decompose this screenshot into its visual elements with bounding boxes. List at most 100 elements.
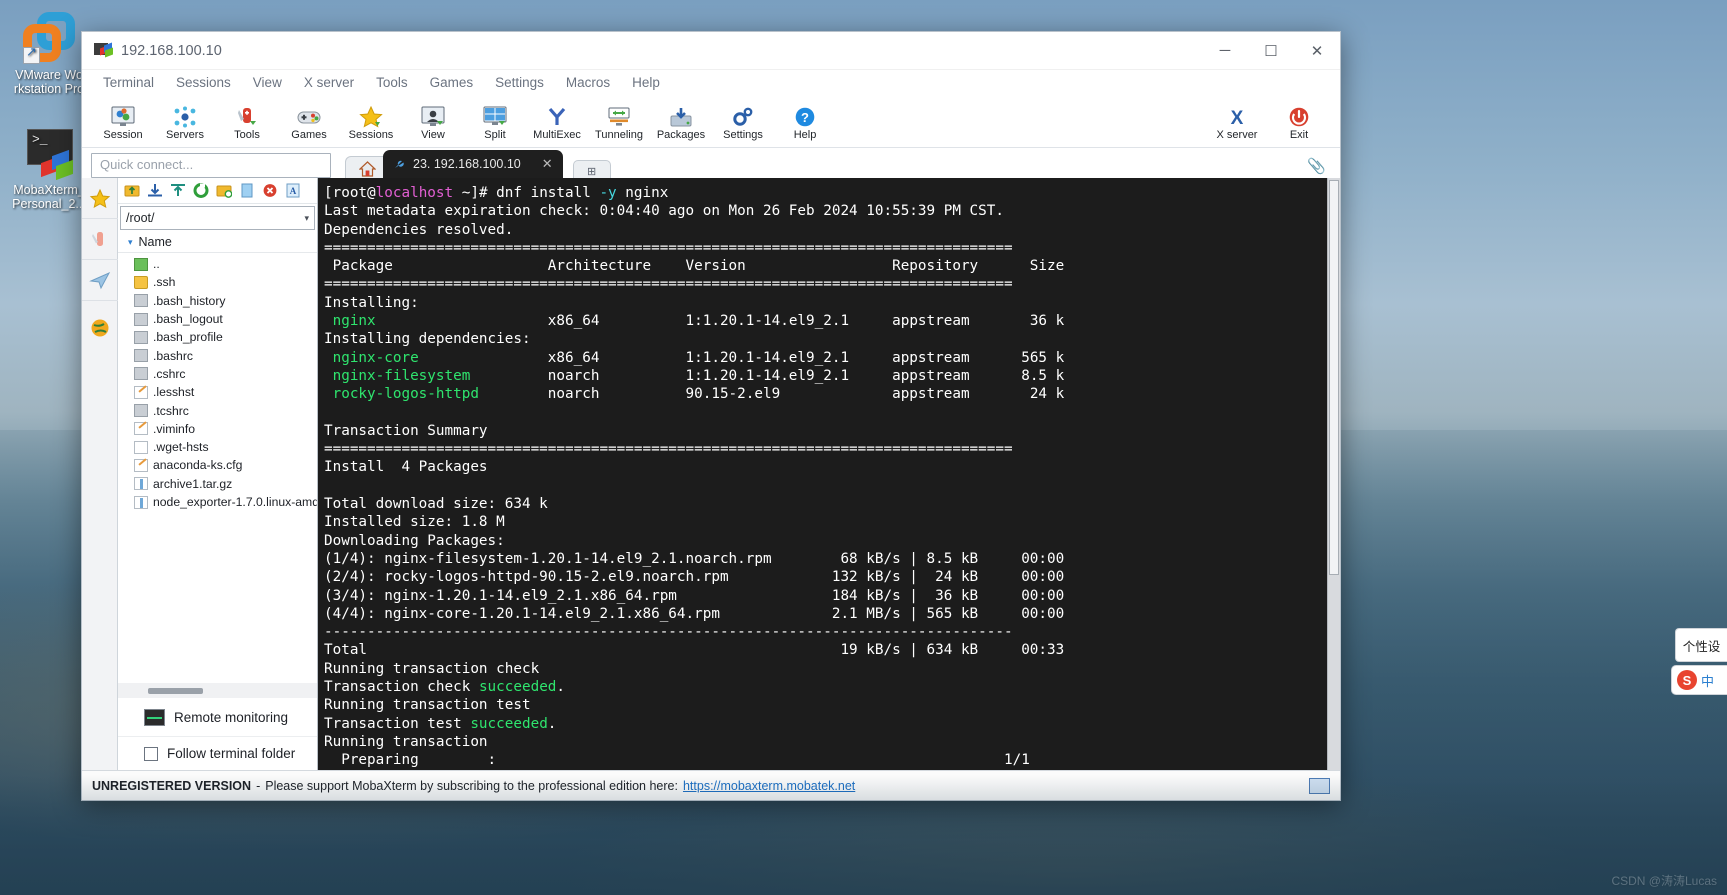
- follow-terminal-folder-checkbox[interactable]: [144, 746, 158, 761]
- text-mode-icon[interactable]: A: [282, 180, 303, 201]
- window-titlebar[interactable]: 192.168.100.10 ─ ☐ ✕: [82, 32, 1340, 70]
- toolbar-label: View: [421, 128, 445, 141]
- sogou-logo-icon[interactable]: S: [1677, 670, 1697, 690]
- upload-icon[interactable]: [167, 180, 188, 201]
- desktop-icon-mobaxterm[interactable]: MobaXterm_ Personal_2...: [6, 127, 92, 211]
- sftp-file-row[interactable]: .cshrc: [118, 365, 317, 383]
- ime-personalize-tooltip[interactable]: 个性设: [1675, 628, 1727, 662]
- toolbar-label: Exit: [1289, 128, 1309, 141]
- scrollbar-thumb[interactable]: [148, 687, 203, 694]
- split-icon: [483, 102, 507, 128]
- ime-mode-label[interactable]: 中: [1701, 671, 1714, 690]
- menu-tools[interactable]: Tools: [365, 73, 419, 92]
- toolbar-tools-button[interactable]: Tools: [216, 102, 278, 141]
- terminal-output[interactable]: [root@localhost ~]# dnf install -y nginx…: [318, 178, 1327, 770]
- menu-view[interactable]: View: [242, 73, 293, 92]
- tab-active-session[interactable]: 23. 192.168.100.10 ✕: [383, 150, 563, 178]
- toolbar-games-button[interactable]: Games: [278, 102, 340, 141]
- sftp-horizontal-scrollbar[interactable]: [118, 683, 317, 698]
- sftp-file-row[interactable]: .bash_profile: [118, 328, 317, 346]
- screen-indicator-icon[interactable]: [1309, 777, 1330, 794]
- toolbar-label: Sessions: [348, 128, 394, 141]
- file-name: archive1.tar.gz: [153, 476, 233, 491]
- toolbar-tunneling-button[interactable]: Tunneling: [588, 102, 650, 141]
- delete-icon[interactable]: [259, 180, 280, 201]
- menu-terminal[interactable]: Terminal: [92, 73, 165, 92]
- mobaxterm-website-link[interactable]: https://mobaxterm.mobatek.net: [683, 779, 855, 793]
- toolbar-label: Games: [291, 128, 327, 141]
- close-button[interactable]: ✕: [1294, 32, 1340, 70]
- remote-monitoring-section[interactable]: Remote monitoring: [118, 698, 317, 736]
- desktop-icon-vmware[interactable]: VMware Wo rkstation Pro: [6, 12, 92, 96]
- terminal-area[interactable]: [root@localhost ~]# dnf install -y nginx…: [318, 178, 1340, 770]
- refresh-icon[interactable]: [190, 180, 211, 201]
- sftp-rail-icon[interactable]: [82, 307, 118, 348]
- terminal-scrollbar-thumb[interactable]: [1329, 180, 1339, 575]
- tab-close-icon[interactable]: ✕: [542, 156, 553, 172]
- menu-xserver[interactable]: X server: [293, 73, 365, 92]
- terminal-scrollbar[interactable]: [1327, 178, 1340, 770]
- sftp-file-row[interactable]: .bash_logout: [118, 310, 317, 328]
- toolbar-packages-button[interactable]: Packages: [650, 102, 712, 141]
- toolbar-exit-button[interactable]: Exit: [1268, 102, 1330, 141]
- sftp-file-row[interactable]: .tcshrc: [118, 401, 317, 419]
- svg-text:X: X: [1231, 108, 1244, 128]
- unregistered-label: UNREGISTERED VERSION: [92, 778, 252, 793]
- toolbar-xserver-button[interactable]: X X server: [1206, 102, 1268, 141]
- sftp-file-row[interactable]: .bashrc: [118, 346, 317, 364]
- file-name: .lesshst: [153, 385, 195, 400]
- sftp-file-row[interactable]: anaconda-ks.cfg: [118, 456, 317, 474]
- sftp-file-row[interactable]: .ssh: [118, 273, 317, 291]
- sftp-file-row[interactable]: ..: [118, 255, 317, 273]
- terminal-line: rocky-logos-httpd noarch 90.15-2.el9 app…: [324, 386, 1065, 403]
- sftp-file-row[interactable]: .viminfo: [118, 420, 317, 438]
- macros-rail-icon[interactable]: [81, 260, 118, 301]
- sessions-rail-icon[interactable]: [81, 178, 118, 219]
- svg-text:?: ?: [801, 110, 809, 125]
- sftp-file-row[interactable]: .wget-hsts: [118, 438, 317, 456]
- download-icon[interactable]: [144, 180, 165, 201]
- sftp-file-row[interactable]: .lesshst: [118, 383, 317, 401]
- up-one-level-icon[interactable]: [121, 180, 142, 201]
- toolbar-sessions-button[interactable]: Sessions: [340, 102, 402, 141]
- menu-macros[interactable]: Macros: [555, 73, 621, 92]
- sftp-path-value: /root/: [126, 211, 155, 225]
- follow-terminal-folder-row[interactable]: Follow terminal folder: [118, 736, 317, 770]
- file-type-icon: [134, 404, 148, 418]
- toolbar-settings-button[interactable]: Settings: [712, 102, 774, 141]
- new-folder-icon[interactable]: [213, 180, 234, 201]
- toolbar-session-button[interactable]: Session: [92, 102, 154, 141]
- menu-settings[interactable]: Settings: [484, 73, 555, 92]
- toolbar-servers-button[interactable]: Servers: [154, 102, 216, 141]
- toolbar-split-button[interactable]: Split: [464, 102, 526, 141]
- toolbar-multiexec-button[interactable]: MultiExec: [526, 102, 588, 141]
- terminal-line: (2/4): rocky-logos-httpd-90.15-2.el9.noa…: [324, 569, 1065, 586]
- ime-toolbar[interactable]: S 中: [1671, 665, 1727, 695]
- toolbar-help-button[interactable]: ? Help: [774, 102, 836, 141]
- packages-icon: [669, 102, 693, 128]
- sftp-path-input[interactable]: /root/ ▾: [120, 206, 315, 230]
- chevron-down-icon[interactable]: ▾: [304, 213, 309, 224]
- quick-connect-input[interactable]: Quick connect...: [91, 153, 331, 178]
- status-message: Please support MobaXterm by subscribing …: [265, 778, 678, 793]
- sftp-file-list[interactable]: .. .ssh .bash_history .bash_logout .bash_pro…: [118, 253, 317, 683]
- new-file-icon[interactable]: [236, 180, 257, 201]
- menu-help[interactable]: Help: [621, 73, 671, 92]
- status-bar: UNREGISTERED VERSION - Please support Mo…: [82, 770, 1340, 800]
- multiexec-icon: [545, 102, 569, 128]
- sftp-file-row[interactable]: archive1.tar.gz: [118, 475, 317, 493]
- tools-rail-icon[interactable]: [81, 219, 118, 260]
- file-name: .wget-hsts: [153, 440, 209, 455]
- terminal-line: Installing dependencies:: [324, 331, 531, 348]
- paperclip-icon[interactable]: 📎: [1307, 157, 1326, 175]
- tab-strip: 23. 192.168.100.10 ✕ ⊞: [345, 150, 611, 182]
- menu-games[interactable]: Games: [419, 73, 485, 92]
- minimize-button[interactable]: ─: [1202, 32, 1248, 70]
- sftp-file-row[interactable]: node_exporter-1.7.0.linux-amd: [118, 493, 317, 511]
- toolbar-view-button[interactable]: View: [402, 102, 464, 141]
- menu-sessions[interactable]: Sessions: [165, 73, 242, 92]
- sftp-column-header[interactable]: ▾ Name: [118, 232, 317, 253]
- maximize-button[interactable]: ☐: [1248, 32, 1294, 70]
- sftp-file-row[interactable]: .bash_history: [118, 292, 317, 310]
- terminal-line: Running transaction check: [324, 660, 540, 677]
